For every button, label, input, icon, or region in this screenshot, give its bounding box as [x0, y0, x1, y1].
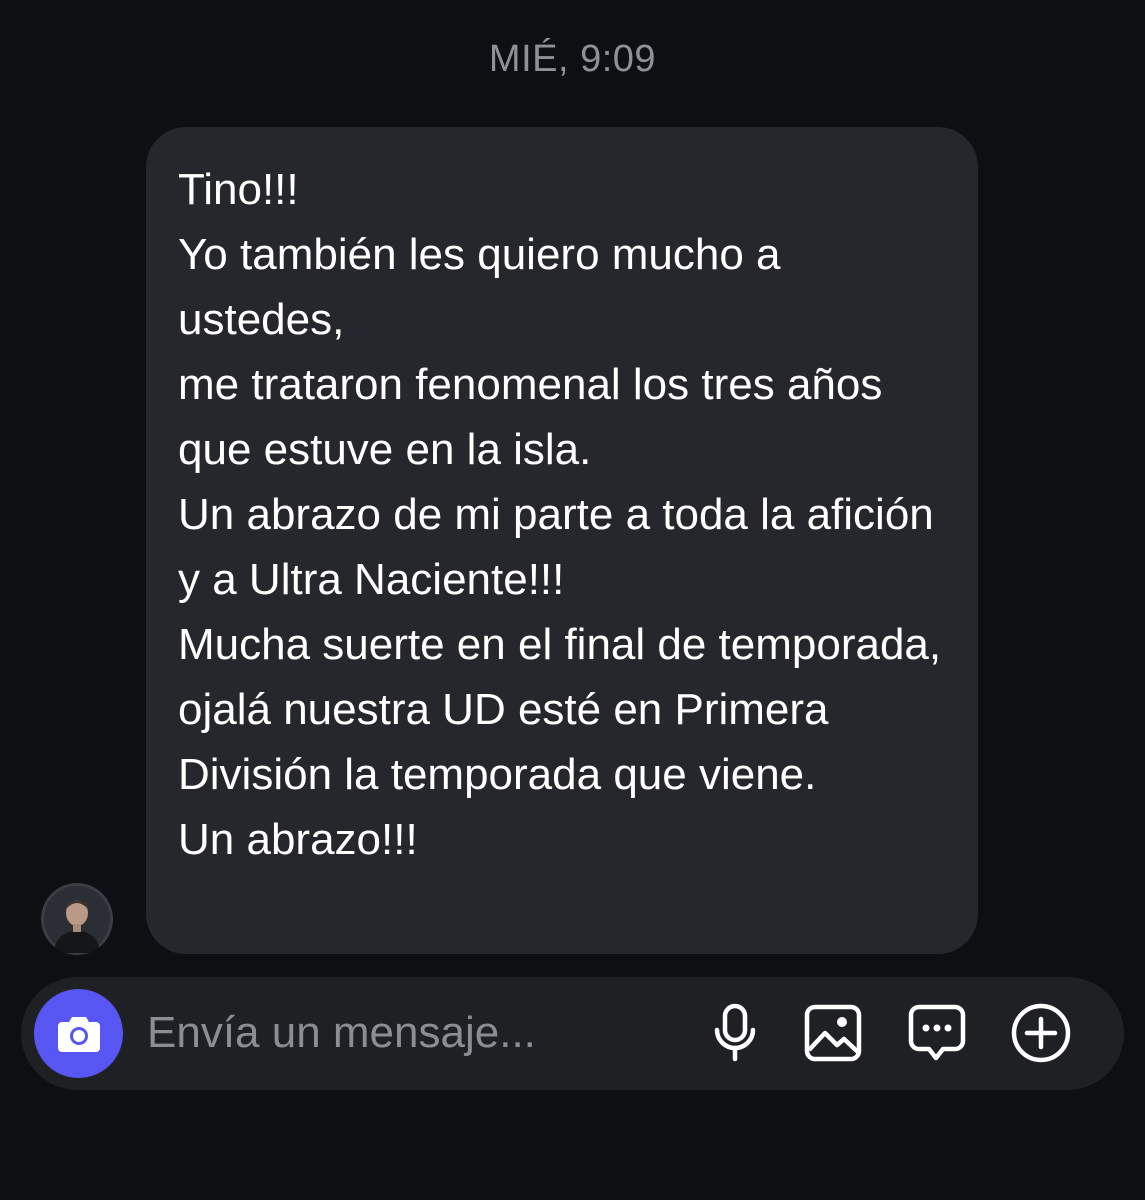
stickers-button[interactable]	[903, 999, 971, 1067]
message-bubble[interactable]: Tino!!! Yo también les quiero mucho a us…	[146, 127, 978, 954]
microphone-icon	[714, 1003, 756, 1062]
plus-circle-icon	[1011, 1003, 1071, 1063]
message-input[interactable]	[147, 1005, 667, 1061]
message-composer	[21, 977, 1124, 1090]
voice-message-button[interactable]	[701, 999, 769, 1067]
person-avatar-icon	[41, 883, 113, 955]
avatar[interactable]	[41, 883, 113, 955]
camera-icon	[57, 1016, 100, 1052]
more-options-button[interactable]	[1007, 999, 1075, 1067]
image-icon	[804, 1004, 862, 1062]
chat-bubble-icon	[908, 1004, 966, 1061]
conversation-timestamp: MIÉ, 9:09	[488, 38, 657, 80]
message-text: Tino!!! Yo también les quiero mucho a us…	[178, 165, 942, 864]
chat-screen: { "conversation": { "timestamp": "MIÉ, 9…	[0, 0, 1145, 1200]
gallery-button[interactable]	[799, 999, 867, 1067]
camera-button[interactable]	[34, 989, 123, 1078]
